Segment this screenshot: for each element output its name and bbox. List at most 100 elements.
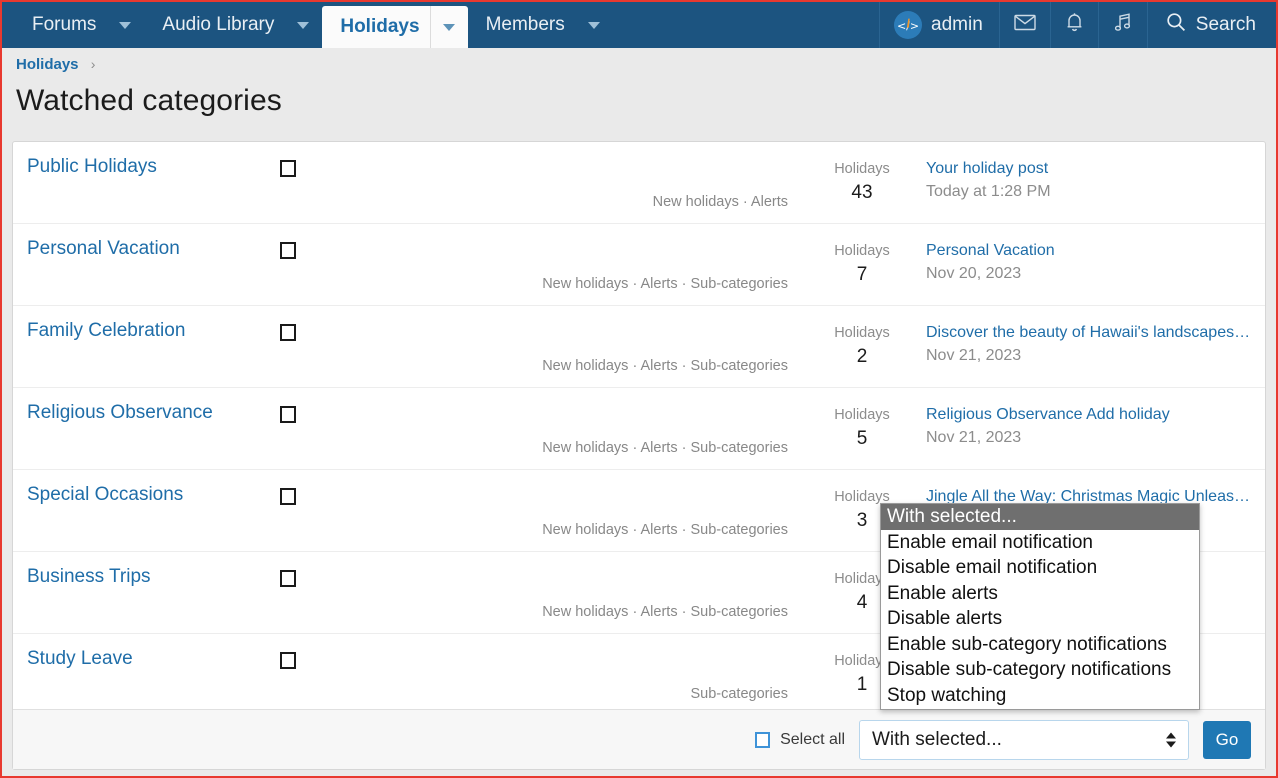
last-post-link[interactable]: Personal Vacation bbox=[926, 242, 1251, 260]
breadcrumb-item-holidays[interactable]: Holidays bbox=[16, 56, 79, 73]
chevron-down-icon[interactable] bbox=[575, 2, 613, 48]
table-row[interactable]: Personal Vacation New holidays · Alerts … bbox=[13, 224, 1265, 306]
table-row[interactable]: Religious Observance New holidays · Aler… bbox=[13, 388, 1265, 470]
category-link[interactable]: Business Trips bbox=[27, 566, 151, 588]
dropdown-option-enable-subcat[interactable]: Enable sub-category notifications bbox=[881, 632, 1199, 658]
nav-item-label: Members bbox=[486, 14, 575, 36]
count-label: Holidays bbox=[812, 407, 912, 423]
category-meta: New holidays · Alerts · Sub-categories bbox=[542, 604, 788, 620]
count-value: 7 bbox=[812, 264, 912, 286]
select-all-label: Select all bbox=[780, 731, 845, 749]
row-checkbox[interactable] bbox=[280, 652, 296, 669]
category-link[interactable]: Religious Observance bbox=[27, 402, 213, 424]
dropdown-option-stop-watching[interactable]: Stop watching bbox=[881, 683, 1199, 709]
row-checkbox[interactable] bbox=[280, 570, 296, 587]
row-checkbox[interactable] bbox=[280, 324, 296, 341]
count-value: 5 bbox=[812, 428, 912, 450]
category-cell: Public Holidays New holidays · Alerts bbox=[13, 142, 812, 223]
code-brush-avatar-icon: </> bbox=[894, 11, 922, 39]
category-link[interactable]: Public Holidays bbox=[27, 156, 157, 178]
bulk-action-select[interactable]: With selected... bbox=[859, 720, 1189, 760]
category-cell: Religious Observance New holidays · Aler… bbox=[13, 388, 812, 469]
dropdown-option-enable-email[interactable]: Enable email notification bbox=[881, 530, 1199, 556]
category-cell: Study Leave Sub-categories bbox=[13, 634, 812, 715]
count-cell: Holidays 2 bbox=[812, 306, 912, 387]
bulk-action-bar: Select all With selected... Go bbox=[13, 709, 1265, 769]
last-post-cell: Discover the beauty of Hawaii's landscap… bbox=[912, 306, 1265, 387]
select-all-checkbox[interactable] bbox=[755, 732, 770, 748]
count-cell: Holidays 43 bbox=[812, 142, 912, 223]
select-spinner-icon bbox=[1166, 732, 1176, 747]
category-meta: Sub-categories bbox=[690, 686, 788, 702]
nav-item-forums[interactable]: Forums bbox=[14, 2, 144, 48]
nav-item-label: Audio Library bbox=[162, 14, 284, 36]
dropdown-option-with-selected[interactable]: With selected... bbox=[881, 504, 1199, 530]
category-meta: New holidays · Alerts · Sub-categories bbox=[542, 440, 788, 456]
dropdown-option-enable-alerts[interactable]: Enable alerts bbox=[881, 581, 1199, 607]
go-button[interactable]: Go bbox=[1203, 721, 1251, 759]
music-button[interactable] bbox=[1098, 2, 1147, 48]
page-title: Watched categories bbox=[16, 84, 282, 118]
last-post-date: Today at 1:28 PM bbox=[926, 183, 1251, 201]
select-all-control[interactable]: Select all bbox=[755, 731, 845, 749]
browser-viewport: Forums Audio Library Holidays Members bbox=[0, 0, 1278, 778]
category-cell: Special Occasions New holidays · Alerts … bbox=[13, 470, 812, 551]
category-meta: New holidays · Alerts · Sub-categories bbox=[542, 522, 788, 538]
last-post-date: Nov 20, 2023 bbox=[926, 265, 1251, 283]
bell-icon bbox=[1065, 12, 1084, 38]
category-link[interactable]: Special Occasions bbox=[27, 484, 183, 506]
count-label: Holidays bbox=[812, 161, 912, 177]
table-row[interactable]: Family Celebration New holidays · Alerts… bbox=[13, 306, 1265, 388]
category-link[interactable]: Study Leave bbox=[27, 648, 133, 670]
search-button[interactable]: Search bbox=[1147, 2, 1276, 48]
music-note-icon bbox=[1113, 12, 1133, 38]
row-checkbox[interactable] bbox=[280, 488, 296, 505]
category-link[interactable]: Personal Vacation bbox=[27, 238, 180, 260]
account-menu-button[interactable]: </> admin bbox=[879, 2, 999, 48]
bulk-action-dropdown-menu[interactable]: With selected... Enable email notificati… bbox=[880, 503, 1200, 710]
envelope-icon bbox=[1014, 14, 1036, 37]
main-navbar: Forums Audio Library Holidays Members bbox=[2, 2, 1276, 48]
category-meta: New holidays · Alerts · Sub-categories bbox=[542, 276, 788, 292]
chevron-down-icon[interactable] bbox=[430, 6, 468, 48]
search-label: Search bbox=[1196, 14, 1256, 36]
last-post-link[interactable]: Discover the beauty of Hawaii's landscap… bbox=[926, 324, 1251, 342]
alerts-button[interactable] bbox=[1050, 2, 1098, 48]
nav-item-label: Holidays bbox=[340, 16, 429, 38]
count-label: Holidays bbox=[812, 325, 912, 341]
dropdown-option-disable-alerts[interactable]: Disable alerts bbox=[881, 606, 1199, 632]
count-cell: Holidays 5 bbox=[812, 388, 912, 469]
count-value: 2 bbox=[812, 346, 912, 368]
chevron-down-icon[interactable] bbox=[284, 2, 322, 48]
category-link[interactable]: Family Celebration bbox=[27, 320, 185, 342]
inbox-button[interactable] bbox=[999, 2, 1050, 48]
last-post-link[interactable]: Your holiday post bbox=[926, 160, 1251, 178]
category-meta: New holidays · Alerts · Sub-categories bbox=[542, 358, 788, 374]
count-cell: Holidays 7 bbox=[812, 224, 912, 305]
dropdown-option-disable-email[interactable]: Disable email notification bbox=[881, 555, 1199, 581]
last-post-cell: Your holiday post Today at 1:28 PM bbox=[912, 142, 1265, 223]
nav-item-audio-library[interactable]: Audio Library bbox=[144, 2, 322, 48]
last-post-link[interactable]: Religious Observance Add holiday bbox=[926, 406, 1251, 424]
nav-item-label: Forums bbox=[32, 14, 106, 36]
table-row[interactable]: Public Holidays New holidays · Alerts Ho… bbox=[13, 142, 1265, 224]
row-checkbox[interactable] bbox=[280, 406, 296, 423]
last-post-date: Nov 21, 2023 bbox=[926, 347, 1251, 365]
nav-item-members[interactable]: Members bbox=[468, 2, 613, 48]
navbar-account-items: </> admin bbox=[879, 2, 1276, 48]
row-checkbox[interactable] bbox=[280, 242, 296, 259]
last-post-cell: Religious Observance Add holiday Nov 21,… bbox=[912, 388, 1265, 469]
navbar-primary-items: Forums Audio Library Holidays Members bbox=[14, 2, 613, 48]
category-cell: Personal Vacation New holidays · Alerts … bbox=[13, 224, 812, 305]
chevron-down-icon[interactable] bbox=[106, 2, 144, 48]
breadcrumb: Holidays › bbox=[4, 48, 1276, 73]
last-post-cell: Personal Vacation Nov 20, 2023 bbox=[912, 224, 1265, 305]
nav-item-holidays[interactable]: Holidays bbox=[322, 6, 467, 48]
count-value: 43 bbox=[812, 182, 912, 204]
category-cell: Business Trips New holidays · Alerts · S… bbox=[13, 552, 812, 633]
bulk-action-value: With selected... bbox=[872, 729, 1002, 751]
dropdown-option-disable-subcat[interactable]: Disable sub-category notifications bbox=[881, 657, 1199, 683]
account-username: admin bbox=[931, 14, 983, 36]
category-cell: Family Celebration New holidays · Alerts… bbox=[13, 306, 812, 387]
row-checkbox[interactable] bbox=[280, 160, 296, 177]
